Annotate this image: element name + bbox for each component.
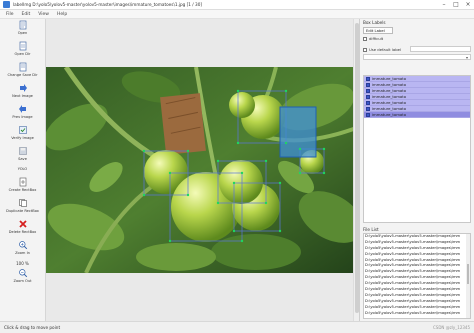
window-title: labelImg D:\yolo5\yolov5-master\yolov5-m…	[13, 2, 202, 7]
title-bar: labelImg D:\yolo5\yolov5-master\yolov5-m…	[0, 0, 474, 10]
chevron-down-icon: ▾	[465, 55, 468, 60]
checkbox-icon[interactable]	[366, 106, 370, 111]
open-dir-button[interactable]: Open Dir	[0, 40, 45, 61]
zoom-out-button[interactable]: Zoom Out	[0, 267, 45, 288]
menu-bar: File Edit View Help	[0, 10, 474, 19]
status-bar: Click & drag to move point CSDN @zly_123…	[0, 321, 474, 333]
create-rectbox-icon	[18, 177, 28, 187]
label-list[interactable]: immature_tomato immature_tomato immature…	[363, 75, 471, 223]
duplicate-rectbox-icon	[18, 198, 28, 208]
use-default-label-checkbox[interactable]: Use default label	[363, 47, 401, 52]
checkbox-icon[interactable]	[366, 112, 370, 117]
file-list-item[interactable]: D:\yolo5\yolov5-master\yolov5-master\ima…	[364, 246, 470, 252]
edit-label-button[interactable]: Edit Label	[363, 27, 393, 34]
box-labels-title: Box Labels	[363, 20, 386, 25]
menu-edit[interactable]: Edit	[22, 12, 31, 17]
zoom-in-icon	[18, 240, 28, 250]
change-save-dir-button[interactable]: Change Save Dir	[0, 61, 45, 82]
maximize-button[interactable]: □	[450, 0, 462, 10]
file-list-item[interactable]: D:\yolo5\yolov5-master\yolov5-master\ima…	[364, 311, 470, 317]
file-list-item[interactable]: D:\yolo5\yolov5-master\yolov5-master\ima…	[364, 240, 470, 246]
app-icon	[3, 1, 10, 8]
zoom-out-icon	[18, 268, 28, 278]
file-list-item[interactable]: D:\yolo5\yolov5-master\yolov5-master\ima…	[364, 299, 470, 305]
default-label-check-icon	[363, 47, 367, 52]
tomato-photo[interactable]	[46, 67, 359, 273]
file-list[interactable]: D:\yolo5\yolov5-master\yolov5-master\ima…	[363, 233, 471, 319]
file-list-item[interactable]: D:\yolo5\yolov5-master\yolov5-master\ima…	[364, 293, 470, 299]
file-list-item[interactable]: D:\yolo5\yolov5-master\yolov5-master\ima…	[364, 252, 470, 258]
image-canvas[interactable]	[46, 19, 359, 321]
difficult-checkbox[interactable]: difficult	[363, 36, 383, 41]
checkbox-icon[interactable]	[366, 76, 370, 81]
zoom-value[interactable]: 100 %	[0, 261, 45, 266]
save-button[interactable]: Save	[0, 145, 45, 166]
prev-image-button[interactable]: Prev Image	[0, 103, 45, 124]
menu-file[interactable]: File	[6, 12, 14, 17]
label-list-item-selected[interactable]: immature_tomato	[364, 112, 470, 118]
next-arrow-icon	[18, 83, 28, 93]
file-list-title: File List	[363, 227, 379, 232]
minimize-button[interactable]: –	[438, 0, 450, 10]
checkbox-icon[interactable]	[366, 82, 370, 87]
difficult-check-icon	[363, 36, 367, 41]
zoom-in-button[interactable]: Zoom In	[0, 239, 45, 260]
change-save-dir-icon	[18, 62, 28, 72]
open-button[interactable]: Open	[0, 19, 45, 40]
watermark-text: CSDN @zly_12345	[433, 325, 470, 330]
checkbox-icon[interactable]	[366, 88, 370, 93]
verify-image-button[interactable]: Verify Image	[0, 124, 45, 145]
verify-icon	[18, 125, 28, 135]
menu-help[interactable]: Help	[57, 12, 67, 17]
menu-view[interactable]: View	[38, 12, 49, 17]
file-list-item[interactable]: D:\yolo5\yolov5-master\yolov5-master\ima…	[364, 305, 470, 311]
checkbox-icon[interactable]	[366, 100, 370, 105]
label-filter-combobox[interactable]: ▾	[363, 54, 471, 60]
close-button[interactable]: ×	[462, 0, 474, 10]
status-message: Click & drag to move point	[4, 325, 61, 330]
prev-arrow-icon	[18, 104, 28, 114]
duplicate-rectbox-button[interactable]: Duplicate RectBox	[0, 197, 45, 218]
open-dir-icon	[18, 41, 28, 51]
create-rectbox-button[interactable]: Create RectBox	[0, 176, 45, 197]
save-icon	[18, 146, 28, 156]
save-format-button[interactable]: YOLO	[0, 166, 45, 176]
checkbox-icon[interactable]	[366, 94, 370, 99]
delete-x-icon	[18, 219, 28, 229]
open-file-icon	[18, 20, 28, 30]
default-label-input[interactable]	[410, 46, 471, 52]
next-image-button[interactable]: Next Image	[0, 82, 45, 103]
delete-rectbox-button[interactable]: Delete RectBox	[0, 218, 45, 239]
right-panel: Box Labels Edit Label difficult Use defa…	[359, 19, 474, 321]
left-toolbar: Open Open Dir Change Save Dir Next Image…	[0, 19, 46, 321]
file-list-scrollbar[interactable]	[466, 234, 470, 318]
